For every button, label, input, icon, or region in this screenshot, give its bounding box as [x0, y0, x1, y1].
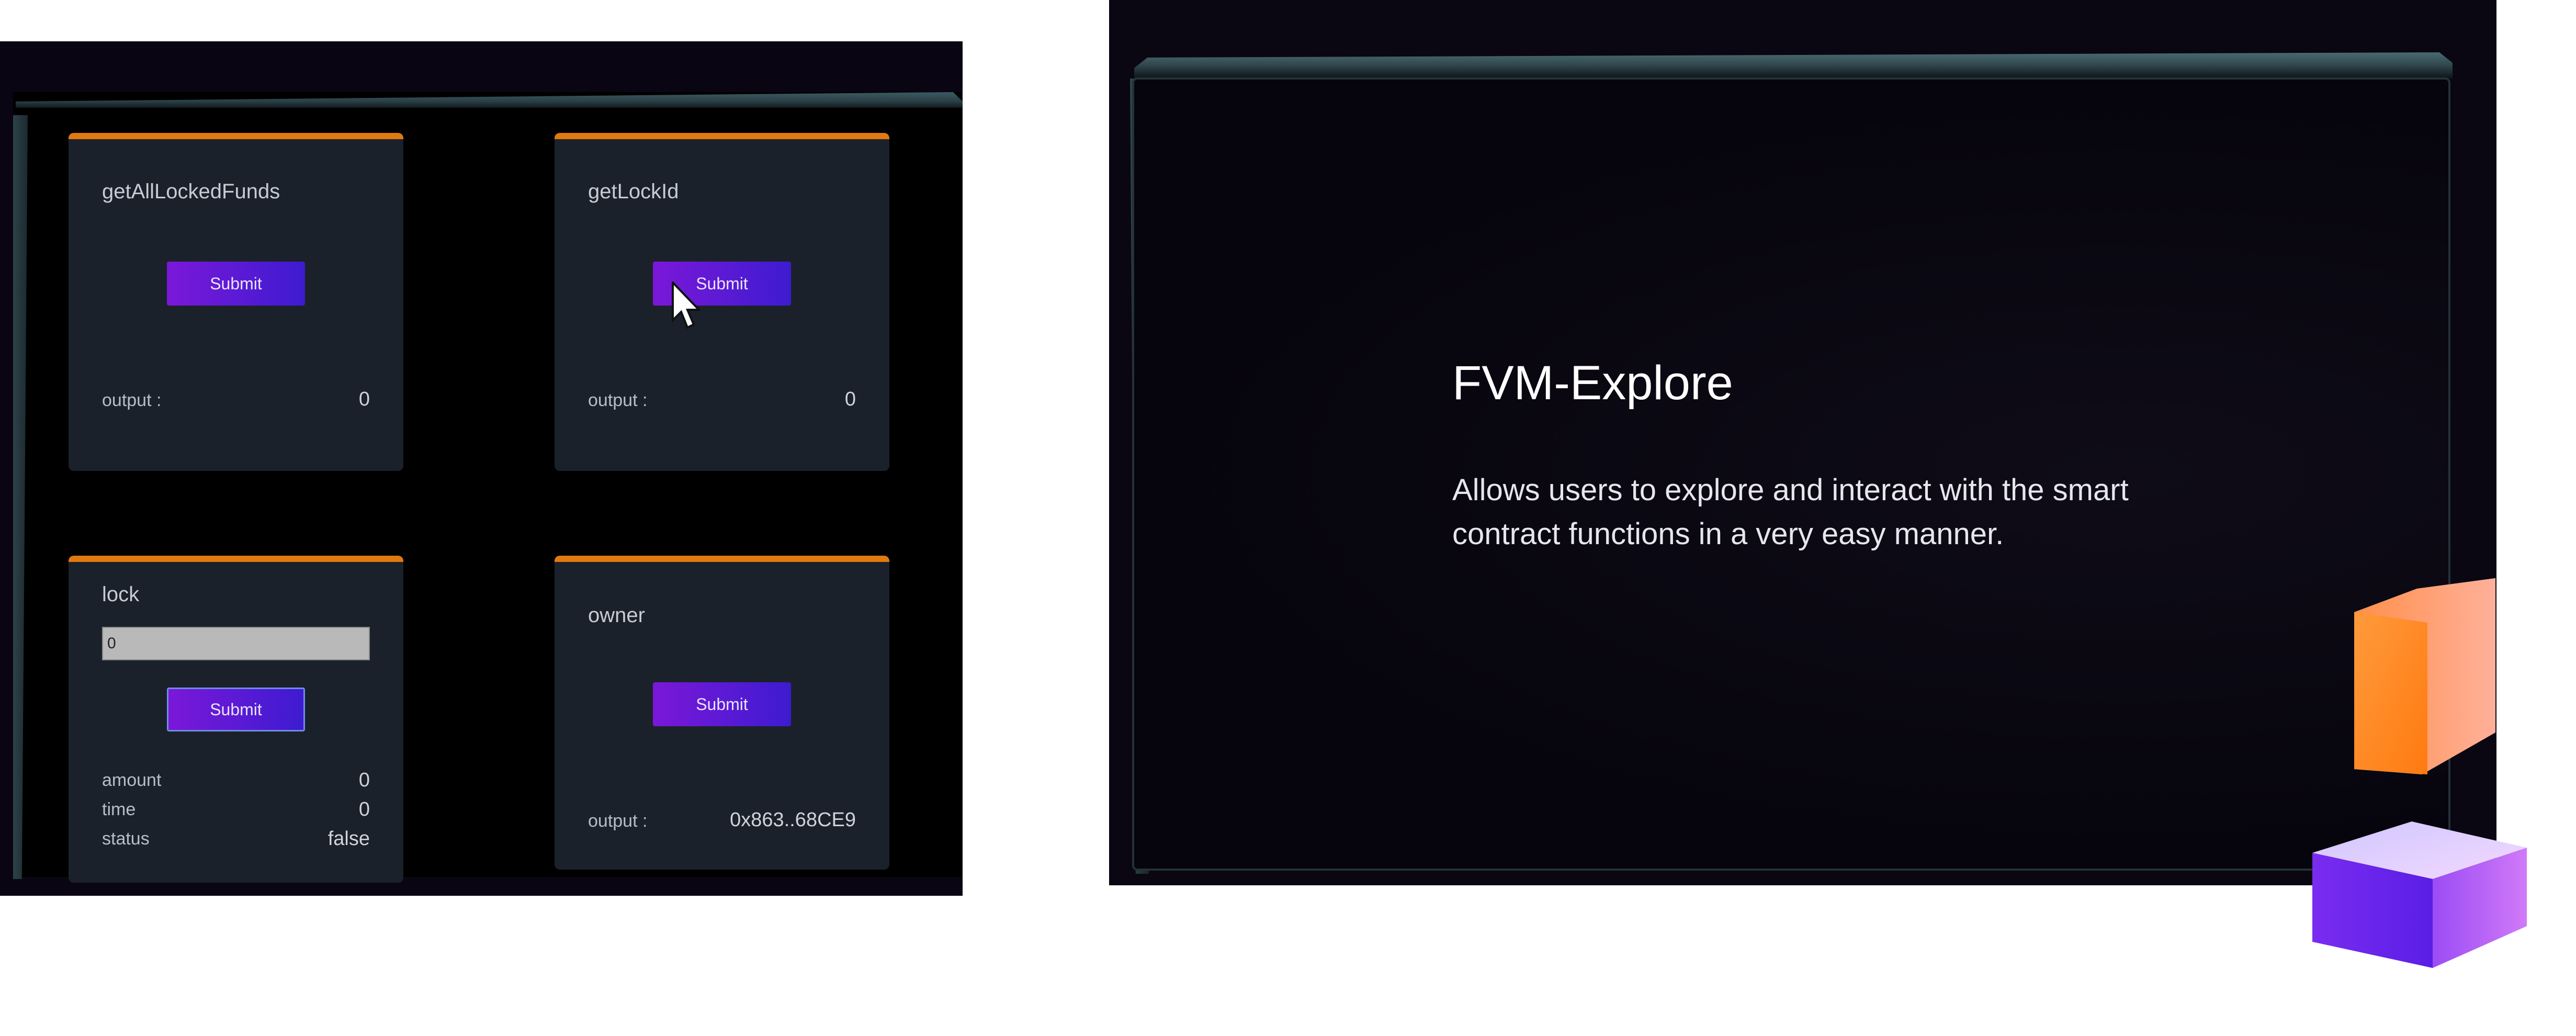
card-title: getLockId: [588, 180, 679, 203]
output-value: 0: [358, 388, 370, 410]
submit-button[interactable]: Submit: [167, 688, 305, 731]
lock-input[interactable]: 0: [102, 627, 370, 660]
orange-cube-icon: [2344, 570, 2501, 782]
function-card-owner: owner Submit output : 0x863..68CE9: [555, 556, 889, 870]
status-value: false: [327, 828, 370, 850]
output-value: 0: [844, 388, 856, 410]
purple-cube-icon: [2307, 816, 2527, 976]
output-label: output :: [102, 390, 162, 410]
output-label: output :: [588, 390, 648, 410]
submit-button[interactable]: Submit: [653, 682, 791, 726]
status-label: status: [102, 829, 150, 849]
card-title: owner: [588, 604, 645, 627]
output-value: 0x863..68CE9: [730, 809, 856, 831]
function-card-getLockId: getLockId Submit output : 0: [555, 133, 889, 471]
hero-title: FVM-Explore: [1452, 356, 1733, 410]
function-card-getAllLockedFunds: getAllLockedFunds Submit output : 0: [69, 133, 403, 471]
time-value: 0: [358, 798, 370, 820]
time-label: time: [102, 799, 136, 819]
amount-label: amount: [102, 770, 162, 790]
submit-button[interactable]: Submit: [167, 262, 305, 306]
output-label: output :: [588, 811, 648, 831]
card-title: lock: [102, 583, 140, 606]
function-card-lock: lock 0 Submit amount 0 time 0 status fal…: [69, 556, 403, 883]
card-title: getAllLockedFunds: [102, 180, 280, 203]
amount-value: 0: [358, 769, 370, 791]
hero-description: Allows users to explore and interact wit…: [1452, 473, 2129, 551]
mouse-cursor-icon: [671, 280, 702, 334]
